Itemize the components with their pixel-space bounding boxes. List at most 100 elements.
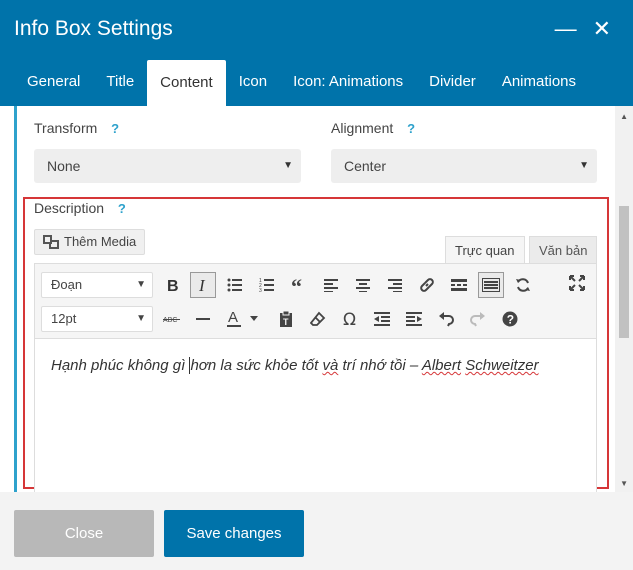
- outdent-button[interactable]: [369, 306, 395, 332]
- transform-label: Transform ?: [34, 120, 119, 136]
- text-color-button[interactable]: A: [222, 306, 248, 332]
- paste-text-button[interactable]: T: [273, 306, 299, 332]
- refresh-button[interactable]: [510, 272, 536, 298]
- tab-bar: General Title Content Icon Icon: Animati…: [14, 60, 589, 106]
- strikethrough-button[interactable]: ABC: [159, 306, 185, 332]
- outdent-icon: [374, 312, 390, 326]
- scroll-up-icon[interactable]: ▲: [620, 112, 628, 121]
- redo-button[interactable]: [465, 306, 491, 332]
- spellcheck-word: Schweitzer: [465, 357, 539, 374]
- save-changes-button[interactable]: Save changes: [164, 510, 304, 557]
- tab-general[interactable]: General: [14, 60, 93, 106]
- caret-down-icon: [250, 316, 258, 321]
- align-left-button[interactable]: [318, 272, 344, 298]
- strikethrough-icon: ABC: [163, 317, 180, 324]
- editor-content: Hạnh phúc không gì hơn la sức khỏe tốt v…: [51, 357, 539, 374]
- align-right-button[interactable]: [382, 272, 408, 298]
- toolbar-toggle-button[interactable]: [478, 272, 504, 298]
- align-center-icon: [356, 279, 370, 292]
- undo-icon: [439, 312, 454, 327]
- text-color-dropdown[interactable]: [247, 306, 261, 332]
- numbered-list-button[interactable]: 1 2 3: [254, 272, 280, 298]
- editor-toolbar: Đoạn ▼ B I 1 2 3 “ 12pt ▼ ABC A T Ω ?: [34, 263, 597, 339]
- format-select[interactable]: Đoạn ▼: [41, 272, 153, 298]
- alignment-label: Alignment ?: [331, 120, 415, 136]
- spellcheck-word: và: [322, 357, 339, 374]
- bold-button[interactable]: B: [159, 272, 185, 298]
- italic-icon: I: [198, 277, 206, 293]
- text-segment: la sức khỏe tốt: [216, 357, 323, 374]
- tab-title[interactable]: Title: [93, 60, 147, 106]
- format-select-value: Đoạn: [51, 277, 83, 292]
- font-size-select[interactable]: 12pt ▼: [41, 306, 153, 332]
- description-editor[interactable]: Hạnh phúc không gì hơn la sức khỏe tốt v…: [34, 339, 597, 492]
- transform-select[interactable]: None ▼: [34, 149, 301, 183]
- section-accent-bar: [14, 106, 17, 492]
- visual-tab[interactable]: Trực quan: [445, 236, 525, 264]
- alignment-select[interactable]: Center ▼: [331, 149, 597, 183]
- transform-help-icon[interactable]: ?: [111, 121, 119, 136]
- svg-text:“: “: [291, 278, 302, 292]
- svg-text:A: A: [228, 310, 238, 326]
- close-button[interactable]: Close: [14, 510, 154, 557]
- tab-divider[interactable]: Divider: [416, 60, 489, 106]
- minimize-icon[interactable]: —: [555, 18, 577, 40]
- add-media-button[interactable]: Thêm Media: [34, 229, 146, 255]
- quote-icon: “: [291, 278, 302, 292]
- read-more-button[interactable]: [446, 272, 472, 298]
- scroll-down-icon[interactable]: ▼: [620, 479, 628, 488]
- window-controls: — ✕: [555, 18, 611, 40]
- undo-button[interactable]: [433, 306, 459, 332]
- tab-animations[interactable]: Animations: [489, 60, 589, 106]
- link-icon: [420, 278, 434, 292]
- scroll-thumb[interactable]: [619, 206, 629, 338]
- text-tab[interactable]: Văn bản: [529, 236, 598, 264]
- bullet-list-icon: [227, 278, 242, 292]
- indent-button[interactable]: [401, 306, 427, 332]
- clear-formatting-button[interactable]: [305, 306, 331, 332]
- bullet-list-button[interactable]: [222, 272, 248, 298]
- align-left-icon: [324, 279, 338, 292]
- omega-icon: Ω: [343, 311, 356, 327]
- keyboard-icon: [482, 278, 500, 292]
- blockquote-button[interactable]: “: [286, 272, 312, 298]
- italic-button[interactable]: I: [190, 272, 216, 298]
- chevron-down-icon: ▼: [136, 313, 146, 324]
- special-character-button[interactable]: Ω: [337, 306, 363, 332]
- text-segment: Hạnh phúc không gì: [51, 357, 190, 374]
- clipboard-icon: T: [280, 311, 292, 327]
- bold-icon: B: [167, 278, 179, 293]
- numbered-list-icon: 1 2 3: [259, 278, 274, 292]
- close-icon[interactable]: ✕: [593, 18, 611, 40]
- text-segment: hơn: [190, 357, 217, 374]
- indent-icon: [406, 312, 422, 326]
- fullscreen-button[interactable]: [564, 270, 590, 296]
- alignment-help-icon[interactable]: ?: [407, 121, 415, 136]
- text-color-icon: A: [227, 310, 241, 327]
- svg-text:?: ?: [507, 313, 514, 327]
- svg-text:ABC: ABC: [163, 317, 177, 324]
- align-right-icon: [388, 279, 402, 292]
- text-segment: trí nhớ tồi –: [338, 357, 422, 374]
- alignment-label-text: Alignment: [331, 120, 394, 136]
- chevron-down-icon: ▼: [136, 279, 146, 290]
- tab-content[interactable]: Content: [147, 60, 226, 106]
- dialog-footer: Close Save changes: [0, 492, 633, 570]
- dialog-header: Info Box Settings — ✕ General Title Cont…: [0, 0, 633, 106]
- chevron-down-icon: ▼: [283, 160, 293, 171]
- align-center-button[interactable]: [350, 272, 376, 298]
- insert-link-button[interactable]: [414, 272, 440, 298]
- help-button[interactable]: ?: [497, 306, 523, 332]
- svg-text:T: T: [283, 317, 289, 327]
- add-media-label: Thêm Media: [64, 234, 137, 249]
- content-scrollbar[interactable]: ▲ ▼: [615, 106, 633, 492]
- tab-icon-animations[interactable]: Icon: Animations: [280, 60, 416, 106]
- horizontal-line-button[interactable]: [190, 306, 216, 332]
- description-help-icon[interactable]: ?: [118, 201, 126, 216]
- transform-select-value: None: [47, 158, 81, 174]
- eraser-icon: [310, 311, 326, 326]
- svg-text:B: B: [167, 278, 179, 293]
- tab-icon[interactable]: Icon: [226, 60, 280, 106]
- font-size-value: 12pt: [51, 311, 77, 326]
- chevron-down-icon: ▼: [579, 160, 589, 171]
